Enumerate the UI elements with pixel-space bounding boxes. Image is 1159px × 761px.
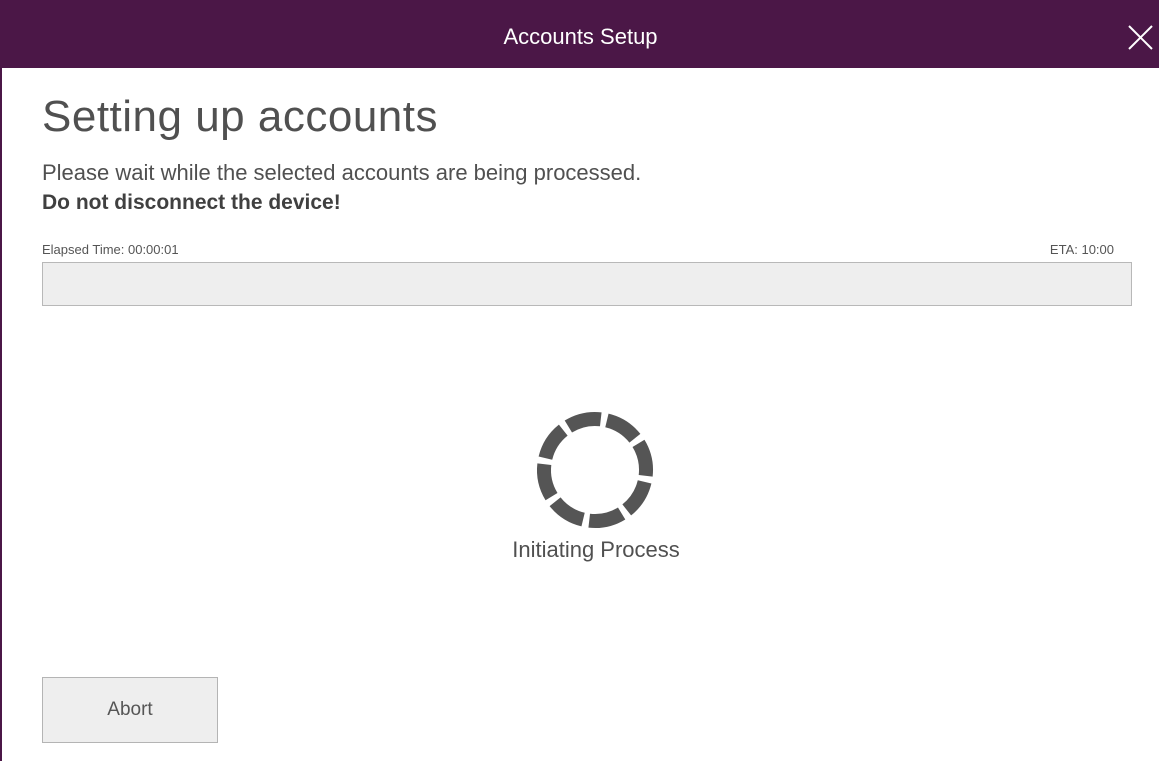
spinner-segment: [605, 413, 641, 443]
accounts-setup-window: Accounts Setup Setting up accounts Pleas…: [0, 0, 1159, 761]
instruction-text: Please wait while the selected accounts …: [42, 160, 642, 185]
spinner-segment: [537, 463, 558, 501]
window-title: Accounts Setup: [503, 24, 658, 49]
spinner-segment: [538, 424, 568, 460]
abort-button[interactable]: Abort: [42, 677, 218, 743]
spinner-segment: [588, 507, 626, 528]
close-icon: [1128, 25, 1153, 50]
warning-text: Do not disconnect the device!: [42, 191, 341, 214]
status-text: Initiating Process: [512, 537, 680, 562]
title-bar: Accounts Setup: [2, 0, 1159, 68]
spinner-segment: [564, 412, 602, 433]
page-title: Setting up accounts: [42, 92, 438, 141]
close-button[interactable]: [1119, 17, 1159, 57]
spinner-segment: [622, 480, 652, 516]
progress-bar: [42, 262, 1132, 306]
spinner-segment: [632, 439, 653, 477]
loading-spinner-icon: [537, 412, 653, 528]
eta-label: ETA: 10:00: [1049, 242, 1114, 257]
elapsed-time-label: Elapsed Time: 00:00:01: [42, 242, 179, 257]
spinner-segment: [549, 497, 585, 527]
